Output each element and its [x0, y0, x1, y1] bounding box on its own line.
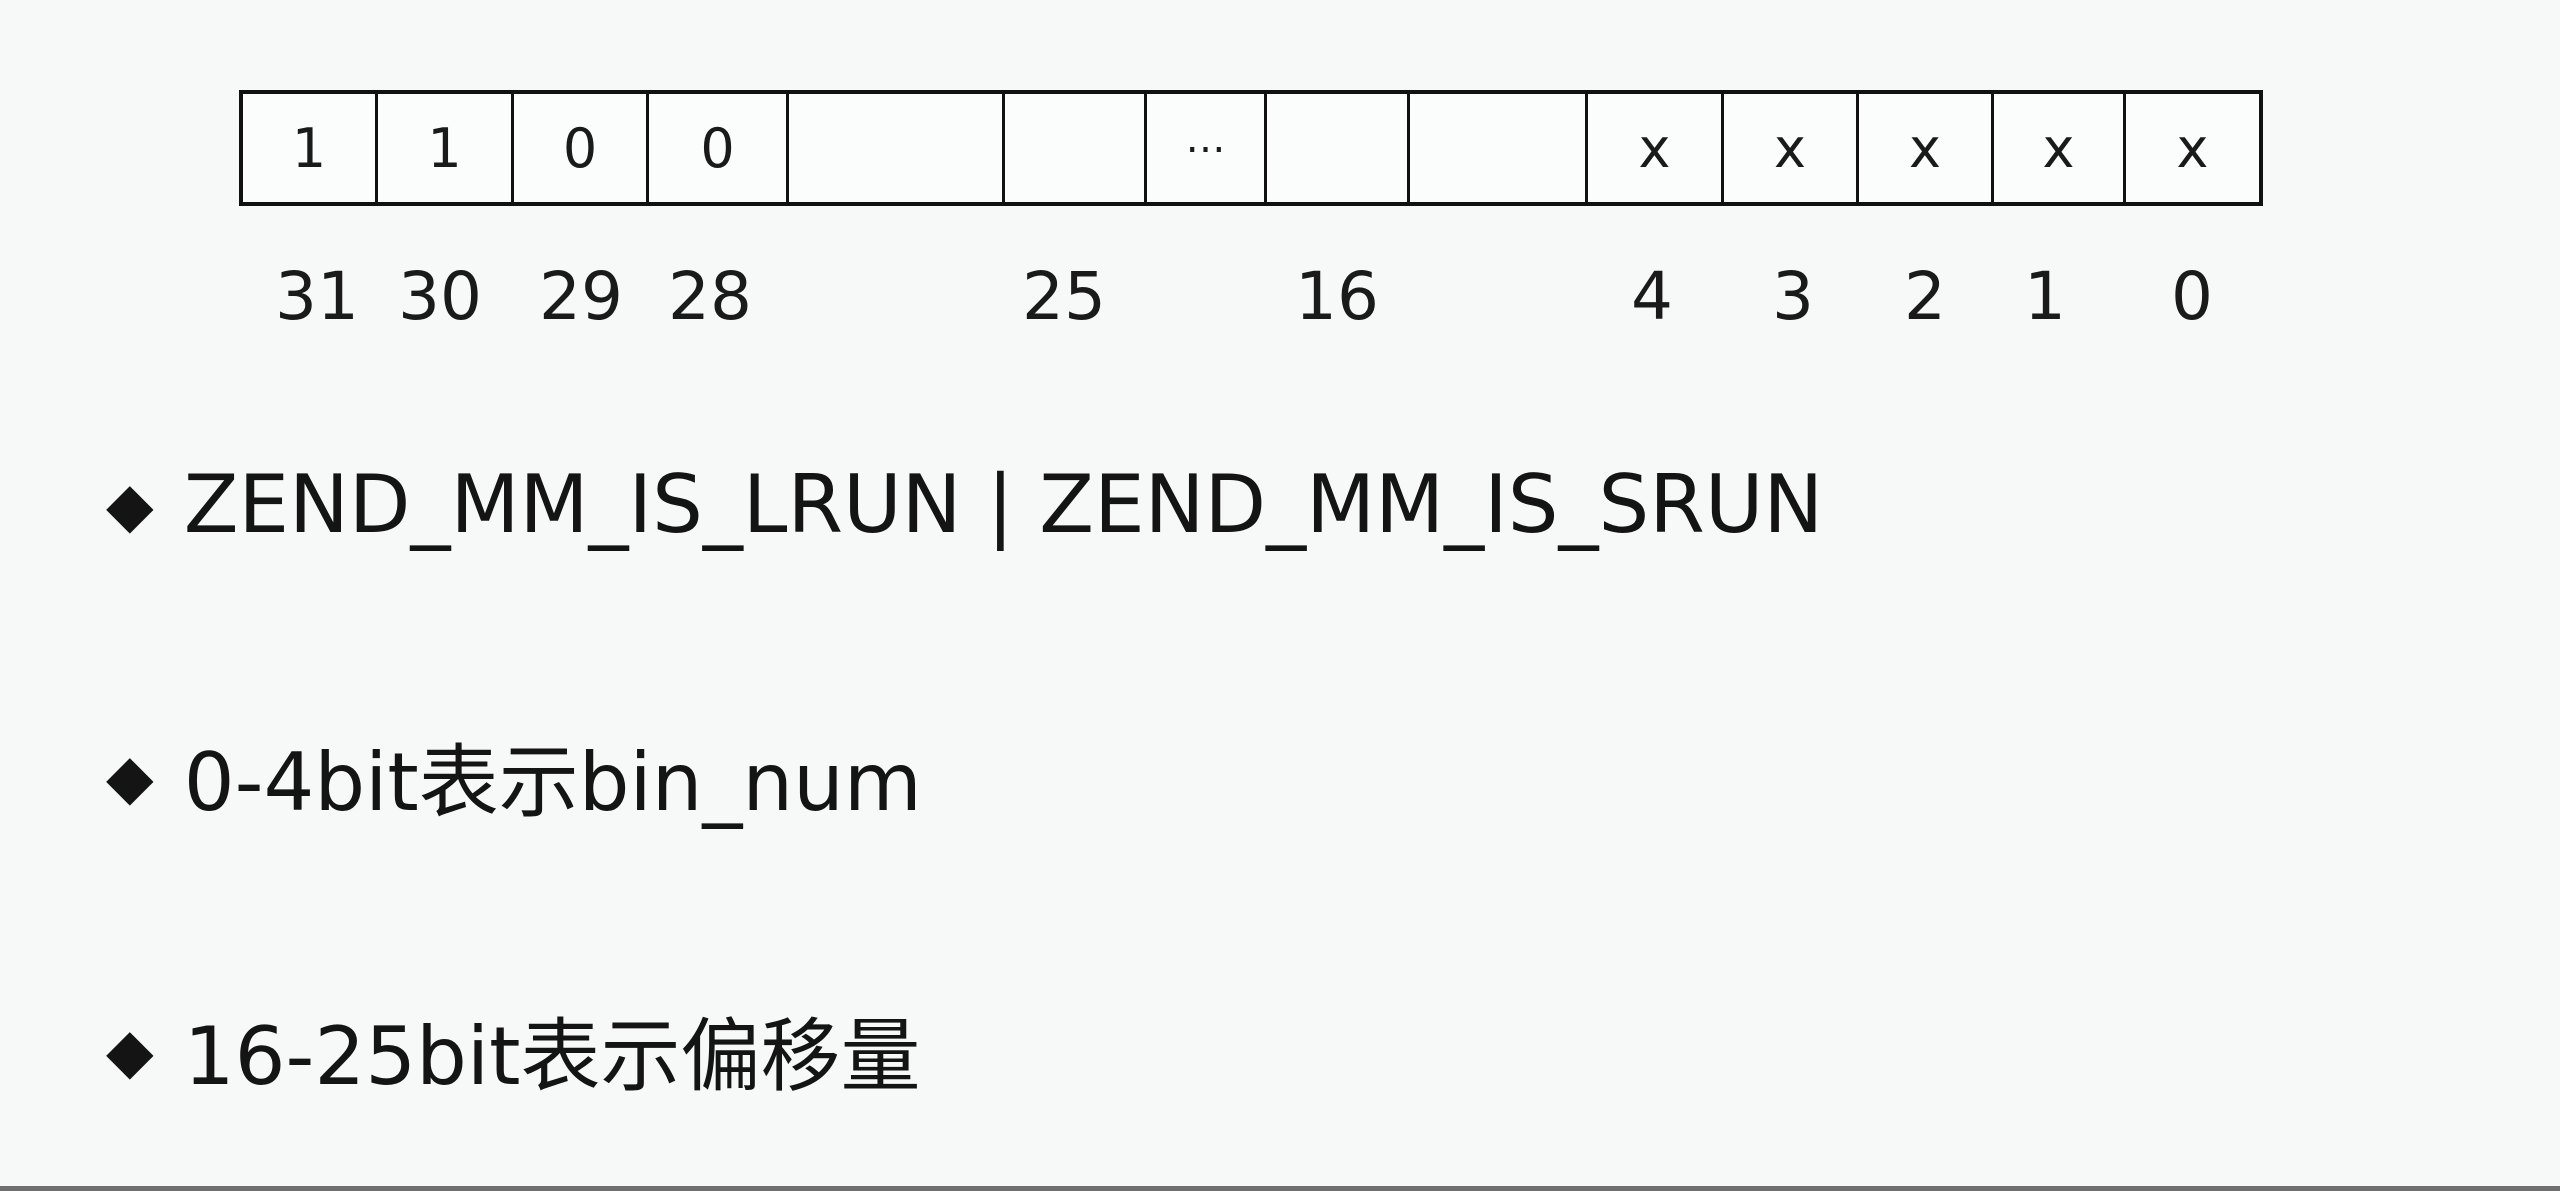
bit-index-2: 2 — [1904, 258, 1946, 335]
bit-index-29: 29 — [539, 258, 623, 335]
bit-cell-31: 1 — [243, 94, 378, 202]
bit-index-1: 1 — [2024, 258, 2066, 335]
bottom-divider — [0, 1186, 2560, 1191]
diamond-bullet-icon: ◆ — [106, 1013, 154, 1087]
bullet-text: 0-4bit表示bin_num — [183, 736, 922, 829]
bit-cell-4: x — [1588, 94, 1724, 202]
bullet-text: 16-25bit表示偏移量 — [183, 1010, 921, 1103]
bit-index-0: 0 — [2171, 258, 2213, 335]
bit-cell-25 — [1005, 94, 1147, 202]
bit-cell-ellipsis: … — [1147, 94, 1267, 202]
bit-index-30: 30 — [398, 258, 482, 335]
bit-cell-2: x — [1859, 94, 1994, 202]
bit-index-31: 31 — [275, 258, 359, 335]
bit-cell-30: 1 — [378, 94, 514, 202]
slide: 1 1 0 0 … x x x x x 31 30 29 28 25 16 4 … — [0, 0, 2560, 1186]
bullet-text: ZEND_MM_IS_LRUN | ZEND_MM_IS_SRUN — [183, 458, 1824, 551]
bit-cell-0: x — [2176, 116, 2209, 180]
bit-index-28: 28 — [668, 258, 752, 335]
bit-register: 1 1 0 0 … x x x x x — [239, 90, 2263, 206]
bullet-offset: ◆ 16-25bit表示偏移量 — [106, 992, 921, 1108]
bit-index-4: 4 — [1631, 258, 1673, 335]
bit-index-3: 3 — [1772, 258, 1814, 335]
bullet-bin-num: ◆ 0-4bit表示bin_num — [106, 718, 922, 834]
bit-cell-28: 0 — [649, 94, 789, 202]
diamond-bullet-icon: ◆ — [106, 739, 154, 813]
bit-cell-gap-2 — [1410, 94, 1588, 202]
bit-index-25: 25 — [1022, 258, 1106, 335]
diamond-bullet-icon: ◆ — [106, 468, 154, 541]
bit-cell-29: 0 — [514, 94, 649, 202]
bullet-run-flags: ◆ ZEND_MM_IS_LRUN | ZEND_MM_IS_SRUN — [106, 458, 1823, 551]
bit-index-16: 16 — [1295, 258, 1379, 335]
bit-cell-gap — [789, 94, 1005, 202]
bit-cell-3: x — [1724, 94, 1859, 202]
bit-cell-16 — [1267, 94, 1410, 202]
bit-cell-1: x — [1994, 94, 2126, 202]
